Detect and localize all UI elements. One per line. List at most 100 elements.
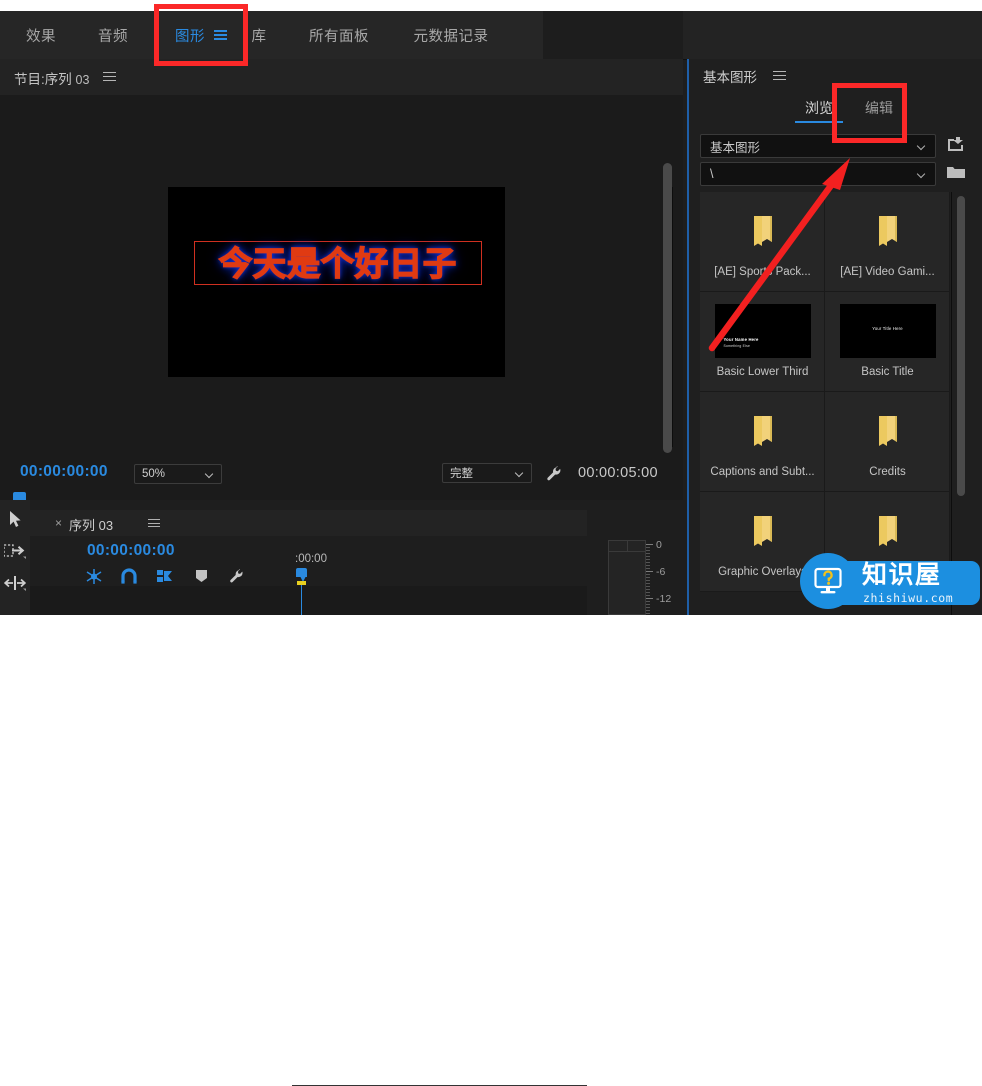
graphics-template-item[interactable]: Your Name Here Something Else Basic Lower … bbox=[700, 292, 825, 392]
audio-scale-minor-tick bbox=[646, 577, 650, 578]
audio-scale-label: 0 bbox=[656, 539, 662, 551]
audio-scale-minor-tick bbox=[646, 556, 650, 557]
audio-scale-minor-tick bbox=[646, 574, 650, 575]
graphics-library-value: 基本图形 bbox=[710, 140, 761, 155]
playback-resolution-dropdown[interactable]: 完整 bbox=[442, 463, 532, 483]
workspace-tab-libraries[interactable]: 库 bbox=[236, 11, 282, 59]
timeline-settings-button[interactable] bbox=[224, 565, 248, 587]
timeline-menu-icon[interactable] bbox=[148, 519, 160, 528]
linked-selection-button[interactable] bbox=[153, 565, 177, 587]
timeline-title-main: 序列 bbox=[69, 518, 96, 533]
audio-scale-label: -12 bbox=[656, 593, 672, 605]
premiere-pro-window: 效果 音频 图形 库 所有面板 元数据记录 节目:序列 03 今天是个好日子 0… bbox=[0, 0, 982, 1086]
workspace-tab-metadata-logging[interactable]: 元数据记录 bbox=[392, 11, 510, 59]
folder-icon[interactable] bbox=[946, 164, 966, 182]
workspace-tab-label: 效果 bbox=[26, 28, 56, 45]
folder-icon bbox=[700, 200, 825, 262]
audio-scale-minor-tick bbox=[646, 553, 650, 554]
title-selection-box[interactable]: 今天是个好日子 bbox=[194, 241, 482, 285]
tools-panel bbox=[0, 500, 30, 615]
workspace-tab-bar: 效果 音频 图形 库 所有面板 元数据记录 bbox=[0, 11, 982, 60]
audio-scale-minor-tick bbox=[646, 547, 650, 548]
nest-sequence-button[interactable] bbox=[82, 565, 106, 587]
workspace-tab-effects[interactable]: 效果 bbox=[10, 11, 72, 59]
graphics-path-dropdown[interactable]: \ bbox=[700, 162, 936, 186]
audio-scale-minor-tick bbox=[646, 595, 650, 596]
program-monitor-title: 节目:序列 03 bbox=[14, 68, 89, 88]
tab-edit[interactable]: 编辑 bbox=[853, 93, 905, 123]
audio-scale-tick bbox=[646, 571, 653, 572]
graphics-library-dropdown[interactable]: 基本图形 bbox=[700, 134, 936, 158]
essential-graphics-grid: [AE] Sports Pack... [AE] Video Gami... You… bbox=[700, 192, 950, 615]
program-monitor-vertical-scrollbar[interactable] bbox=[663, 163, 672, 453]
graphics-template-item[interactable]: Your Title Here Basic Title bbox=[825, 292, 950, 392]
audio-scale-label: -6 bbox=[656, 566, 666, 578]
essential-graphics-scrollbar-track bbox=[951, 192, 952, 615]
preview-text: Your Name Here Something Else bbox=[723, 336, 759, 348]
audio-scale-minor-tick bbox=[646, 613, 650, 614]
graphics-tab-menu-icon[interactable] bbox=[214, 30, 227, 40]
essential-graphics-menu-icon[interactable] bbox=[773, 71, 786, 81]
title-graphic-text: 今天是个好日子 bbox=[218, 243, 457, 283]
ripple-edit-tool[interactable] bbox=[0, 568, 30, 598]
workspace-tab-audio[interactable]: 音频 bbox=[82, 11, 144, 59]
program-playhead-timecode[interactable]: 00:00:00:00 bbox=[20, 463, 108, 481]
snap-button[interactable] bbox=[117, 565, 141, 587]
track-select-forward-tool[interactable] bbox=[0, 536, 30, 566]
chevron-down-icon bbox=[918, 143, 926, 151]
audio-scale-minor-tick bbox=[646, 586, 650, 587]
tabbar-segment-right bbox=[683, 11, 982, 59]
essential-graphics-scrollbar[interactable] bbox=[957, 196, 965, 496]
essential-graphics-title: 基本图形 bbox=[703, 70, 757, 85]
audio-meter-scale: 0 -6 -12 bbox=[646, 539, 686, 615]
zoom-level-dropdown[interactable]: 50% bbox=[134, 464, 222, 484]
audio-scale-minor-tick bbox=[646, 550, 650, 551]
workspace-tab-label: 图形 bbox=[175, 28, 205, 45]
audio-scale-minor-tick bbox=[646, 565, 650, 566]
workspace-tab-all-panels[interactable]: 所有面板 bbox=[290, 11, 388, 59]
graphics-template-item[interactable]: Captions and Subt... bbox=[700, 392, 825, 492]
graphics-path-value: \ bbox=[710, 167, 714, 181]
timeline-close-icon[interactable]: × bbox=[55, 516, 62, 530]
program-monitor-stage[interactable]: 今天是个好日子 bbox=[0, 95, 660, 455]
timeline-playhead[interactable] bbox=[296, 568, 307, 585]
zoom-level-value: 50% bbox=[142, 468, 166, 480]
wrench-icon[interactable] bbox=[545, 465, 563, 483]
timeline-playhead-timecode[interactable]: 00:00:00:00 bbox=[87, 542, 175, 560]
timeline-header bbox=[30, 510, 587, 536]
tab-browse-label: 浏览 bbox=[805, 100, 833, 116]
tab-browse[interactable]: 浏览 bbox=[793, 93, 845, 123]
graphics-template-label: Basic Lower Third bbox=[716, 366, 809, 378]
playback-resolution-value: 完整 bbox=[450, 468, 473, 480]
top-white-strip bbox=[0, 0, 982, 11]
graphics-template-item[interactable]: [AE] Sports Pack... bbox=[700, 192, 825, 292]
timeline-tracks-area[interactable] bbox=[30, 586, 587, 615]
audio-scale-tick bbox=[646, 544, 653, 545]
program-monitor-menu-icon[interactable] bbox=[103, 72, 116, 82]
audio-scale-minor-tick bbox=[646, 604, 650, 605]
folder-icon bbox=[825, 400, 950, 462]
workspace-tab-label: 音频 bbox=[98, 28, 128, 45]
workspace-tab-label: 库 bbox=[251, 28, 267, 45]
timeline-ruler[interactable] bbox=[292, 560, 587, 582]
folder-icon bbox=[700, 400, 825, 462]
workspace-tab-label: 元数据记录 bbox=[413, 28, 489, 45]
audio-scale-minor-tick bbox=[646, 580, 650, 581]
add-marker-button[interactable] bbox=[189, 565, 213, 587]
selection-tool[interactable] bbox=[0, 504, 30, 534]
tab-edit-label: 编辑 bbox=[865, 100, 893, 116]
essential-graphics-tabs: 浏览 编辑 bbox=[689, 93, 982, 125]
audio-meter-bars[interactable] bbox=[608, 540, 646, 615]
graphics-template-item[interactable]: Credits bbox=[825, 392, 950, 492]
program-monitor-title-num: 03 bbox=[75, 73, 90, 87]
audio-scale-minor-tick bbox=[646, 589, 650, 590]
audio-scale-minor-tick bbox=[646, 601, 650, 602]
graphics-template-label: Credits bbox=[869, 466, 906, 478]
audio-scale-minor-tick bbox=[646, 568, 650, 569]
install-motion-graphics-icon[interactable] bbox=[945, 136, 965, 154]
workspace-tab-graphics[interactable]: 图形 bbox=[158, 11, 244, 59]
graphics-template-item[interactable]: [AE] Video Gami... bbox=[825, 192, 950, 292]
program-duration-timecode[interactable]: 00:00:05:00 bbox=[578, 465, 658, 481]
chevron-down-icon bbox=[206, 471, 214, 479]
chevron-down-icon bbox=[516, 470, 524, 478]
